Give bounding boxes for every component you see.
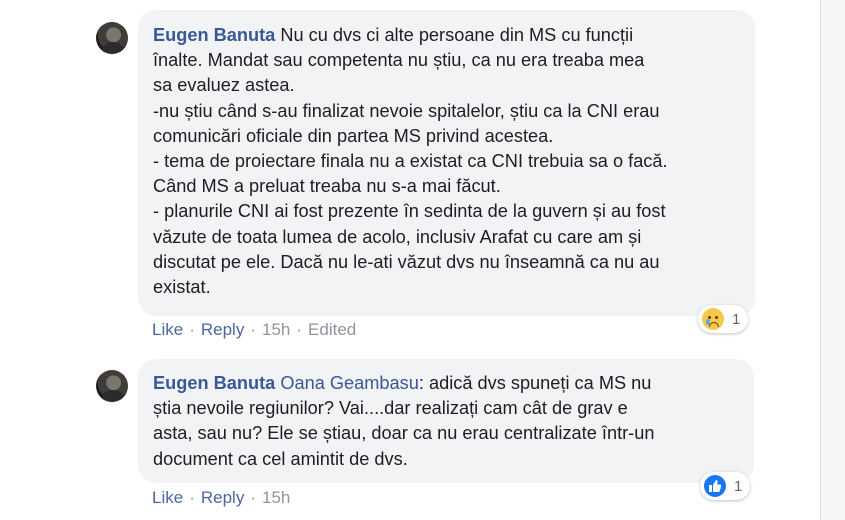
comment-text-line: sa evaluez astea. xyxy=(153,75,295,96)
reaction-badge[interactable]: 1 xyxy=(698,305,749,333)
comment-first-line: Eugen Banuta Oana Geambasu: adică dvs sp… xyxy=(153,371,739,396)
comment-text-line: document ca cel amintit de dvs. xyxy=(153,448,408,469)
separator-dot: · xyxy=(296,320,303,339)
comment-text-line: văzute de toata lumea de acolo, inclusiv… xyxy=(153,226,642,247)
comment-text-line: -nu știu când s-au finalizat nevoie spit… xyxy=(153,100,660,121)
edited-label[interactable]: Edited xyxy=(308,320,356,339)
timestamp[interactable]: 15h xyxy=(262,320,290,339)
comment-text-line: înalte. Mandat sau competenta nu știu, c… xyxy=(153,50,645,71)
comment-bubble: Eugen Banuta Oana Geambasu: adică dvs sp… xyxy=(138,359,754,483)
avatar[interactable] xyxy=(96,370,128,402)
author-name[interactable]: Eugen Banuta xyxy=(153,25,275,45)
comment-text-line: - planurile CNI ai fost prezente în sedi… xyxy=(153,201,666,222)
comment-actions: Like · Reply · 15h xyxy=(152,488,290,508)
comment-text-line: : adică dvs spuneți ca MS nu xyxy=(418,373,652,393)
comment-actions: Like · Reply · 15h · Edited xyxy=(152,320,356,340)
comment-text-line: știa nevoile regiunilor? Vai....dar real… xyxy=(153,398,628,419)
sad-reaction-icon xyxy=(702,308,724,330)
avatar[interactable] xyxy=(96,22,128,54)
right-sidebar-edge xyxy=(820,0,845,520)
comment-text-line: - tema de proiectare finala nu a existat… xyxy=(153,151,668,172)
comment-text-line: Când MS a preluat treaba nu s-a mai făcu… xyxy=(153,176,501,197)
mentioned-user[interactable]: Oana Geambasu xyxy=(280,373,419,393)
reaction-badge[interactable]: 1 xyxy=(700,472,751,500)
comment-text-line: comunicări oficiale din partea MS privin… xyxy=(153,125,554,146)
timestamp[interactable]: 15h xyxy=(262,488,290,507)
separator-dot: · xyxy=(250,320,256,339)
like-reaction-icon xyxy=(704,475,726,497)
separator-dot: · xyxy=(250,488,256,507)
like-link[interactable]: Like xyxy=(152,488,183,507)
comment-bubble: Eugen Banuta Nu cu dvs ci alte persoane … xyxy=(138,10,755,316)
comment-text-line: Nu cu dvs ci alte persoane din MS cu fun… xyxy=(275,25,634,45)
reply-link[interactable]: Reply xyxy=(201,488,244,507)
separator-dot: · xyxy=(189,488,195,507)
comment-text-line: asta, sau nu? Ele se știau, doar ca nu e… xyxy=(153,423,655,444)
reply-link[interactable]: Reply xyxy=(201,320,244,339)
comment-text-line: discutat pe ele. Dacă nu le-ati văzut dv… xyxy=(153,251,660,272)
author-name[interactable]: Eugen Banuta xyxy=(153,373,275,393)
comment-text-line: existat. xyxy=(153,277,211,298)
separator-dot: · xyxy=(189,320,195,339)
reaction-count: 1 xyxy=(734,477,743,495)
reaction-count: 1 xyxy=(732,310,741,328)
comment-first-line: Eugen Banuta Nu cu dvs ci alte persoane … xyxy=(153,23,740,48)
like-link[interactable]: Like xyxy=(152,320,183,339)
